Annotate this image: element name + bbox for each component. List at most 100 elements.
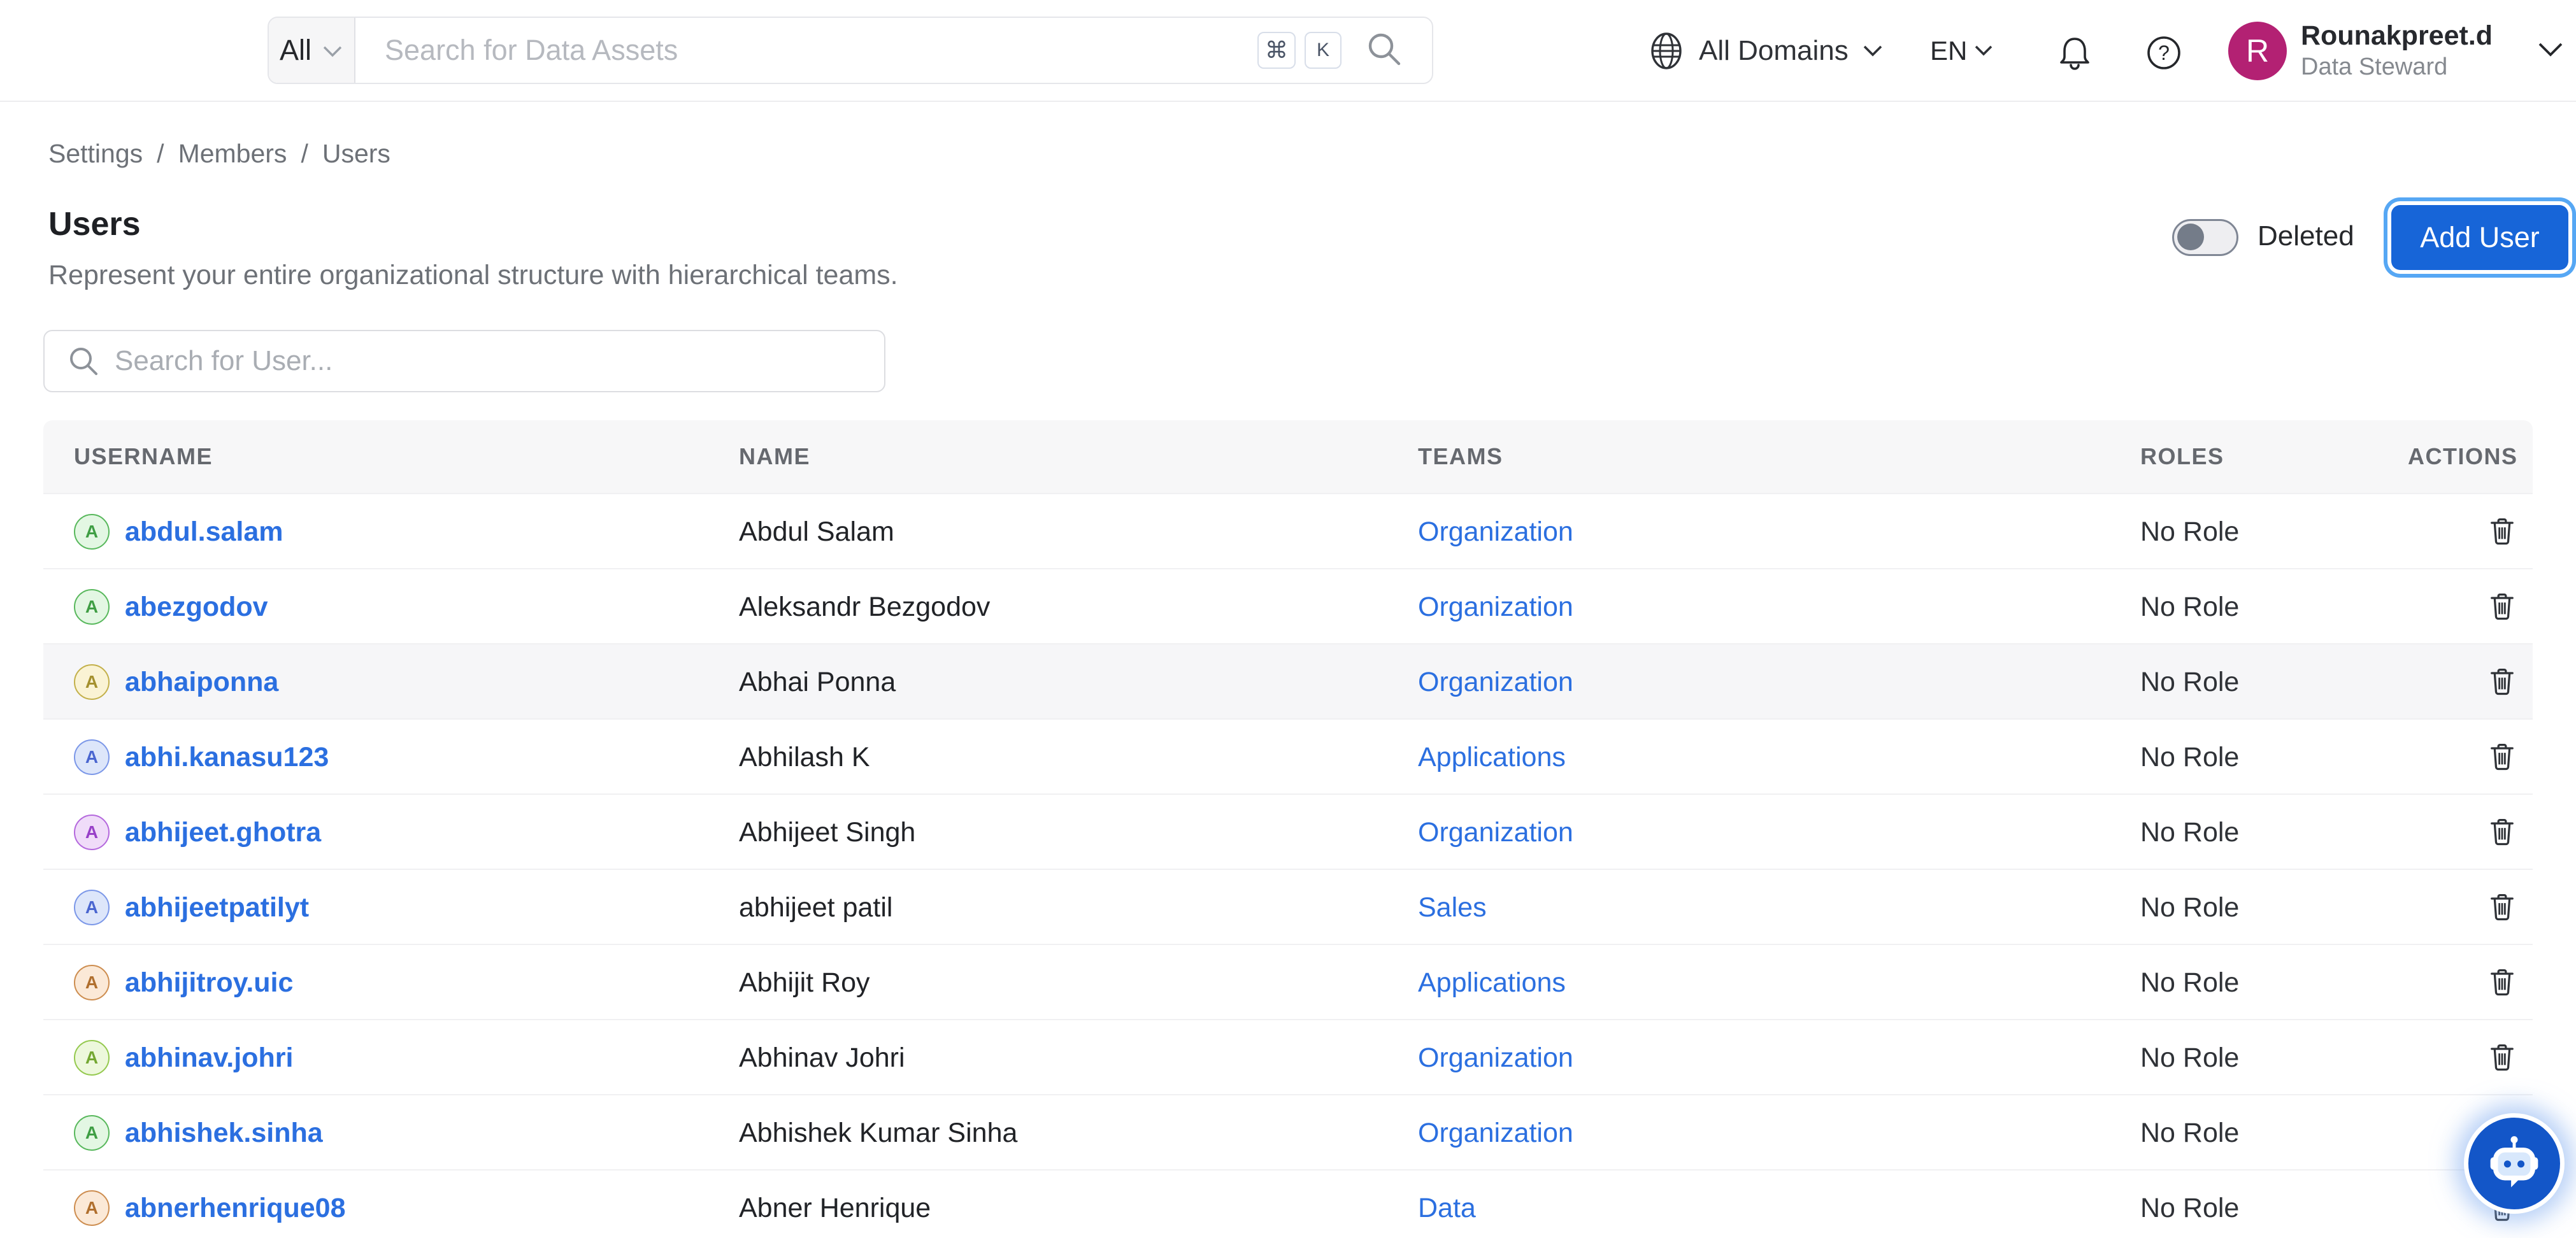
username-link[interactable]: abhinav.johri bbox=[125, 1042, 293, 1074]
delete-user-button[interactable] bbox=[2482, 586, 2522, 629]
global-search-bar[interactable]: All Search for Data Assets ⌘K bbox=[268, 17, 1433, 84]
teams-cell: Sales bbox=[1418, 870, 1487, 945]
profile-role: Data Steward bbox=[2301, 52, 2530, 82]
username-cell: Aabhijitroy.uic bbox=[74, 945, 293, 1020]
global-search-placeholder[interactable]: Search for Data Assets bbox=[385, 34, 1257, 67]
delete-user-button[interactable] bbox=[2482, 811, 2522, 854]
profile-avatar-initial: R bbox=[2246, 32, 2269, 69]
username-link[interactable]: abezgodov bbox=[125, 592, 268, 623]
user-avatar: A bbox=[74, 815, 110, 850]
username-link[interactable]: abdul.salam bbox=[125, 516, 283, 548]
name-cell: Abhijeet Singh bbox=[739, 795, 915, 870]
breadcrumb: Settings/Members/Users bbox=[48, 139, 390, 169]
username-cell: Aabhijeet.ghotra bbox=[74, 795, 321, 870]
language-dropdown[interactable]: EN bbox=[1930, 0, 1994, 102]
team-link[interactable]: Applications bbox=[1418, 967, 1566, 999]
deleted-toggle[interactable] bbox=[2172, 219, 2238, 256]
delete-user-button[interactable] bbox=[2482, 1037, 2522, 1079]
username-link[interactable]: abhi.kanasu123 bbox=[125, 742, 329, 773]
profile-avatar[interactable]: R bbox=[2228, 22, 2287, 80]
role-cell: No Role bbox=[2140, 644, 2239, 720]
role-cell: No Role bbox=[2140, 1020, 2239, 1095]
team-link[interactable]: Applications bbox=[1418, 742, 1566, 773]
username-link[interactable]: abnerhenrique08 bbox=[125, 1193, 346, 1224]
team-link[interactable]: Sales bbox=[1418, 892, 1487, 923]
help-icon[interactable]: ? bbox=[2144, 33, 2184, 76]
actions-cell bbox=[2451, 1020, 2553, 1095]
teams-cell: Organization bbox=[1418, 494, 1573, 569]
all-domains-dropdown[interactable]: All Domains bbox=[1647, 0, 1884, 102]
profile-menu[interactable]: Rounakpreet.d Data Steward bbox=[2301, 19, 2530, 82]
table-row: Aabhinav.johriAbhinav JohriOrganizationN… bbox=[43, 1019, 2533, 1094]
table-row: AabhaiponnaAbhai PonnaOrganizationNo Rol… bbox=[43, 643, 2533, 718]
user-avatar: A bbox=[74, 514, 110, 550]
page-subtitle: Represent your entire organizational str… bbox=[48, 260, 898, 291]
teams-cell: Organization bbox=[1418, 1095, 1573, 1170]
username-link[interactable]: abhaiponna bbox=[125, 667, 278, 698]
actions-cell bbox=[2451, 945, 2553, 1020]
profile-name: Rounakpreet.d bbox=[2301, 19, 2530, 52]
delete-user-button[interactable] bbox=[2482, 886, 2522, 929]
teams-cell: Organization bbox=[1418, 569, 1573, 644]
delete-user-button[interactable] bbox=[2482, 736, 2522, 779]
breadcrumb-item-users: Users bbox=[322, 139, 390, 169]
users-settings-page: All Search for Data Assets ⌘K bbox=[0, 0, 2576, 1238]
delete-user-button[interactable] bbox=[2482, 962, 2522, 1004]
trash-icon bbox=[2486, 1041, 2519, 1074]
trash-icon bbox=[2486, 590, 2519, 623]
team-link[interactable]: Organization bbox=[1418, 817, 1573, 848]
chevron-down-icon[interactable] bbox=[2537, 41, 2565, 62]
trash-icon bbox=[2486, 815, 2519, 848]
actions-cell bbox=[2451, 870, 2553, 945]
username-cell: Aabhinav.johri bbox=[74, 1020, 293, 1095]
chatbot-button[interactable] bbox=[2464, 1113, 2565, 1214]
role-cell: No Role bbox=[2140, 870, 2239, 945]
username-cell: Aabhijeetpatilyt bbox=[74, 870, 309, 945]
team-link[interactable]: Data bbox=[1418, 1193, 1476, 1224]
add-user-button[interactable]: Add User bbox=[2391, 205, 2568, 270]
search-icon bbox=[66, 344, 101, 378]
username-cell: Aabhaiponna bbox=[74, 644, 278, 720]
table-row: Aabhijeetpatilytabhijeet patilSalesNo Ro… bbox=[43, 869, 2533, 944]
notifications-bell-icon[interactable] bbox=[2055, 33, 2094, 76]
delete-user-button[interactable] bbox=[2482, 511, 2522, 553]
role-cell: No Role bbox=[2140, 569, 2239, 644]
search-icon[interactable] bbox=[1364, 29, 1404, 72]
username-link[interactable]: abhijeetpatilyt bbox=[125, 892, 309, 923]
username-link[interactable]: abhijeet.ghotra bbox=[125, 817, 321, 848]
chevron-down-icon bbox=[322, 45, 343, 59]
role-cell: No Role bbox=[2140, 494, 2239, 569]
user-avatar: A bbox=[74, 664, 110, 700]
search-scope-dropdown[interactable]: All bbox=[269, 18, 355, 83]
user-avatar: A bbox=[74, 965, 110, 1000]
language-label: EN bbox=[1930, 36, 1967, 66]
breadcrumb-item-members[interactable]: Members bbox=[178, 139, 287, 169]
user-search-input[interactable]: Search for User... bbox=[43, 330, 885, 392]
breadcrumb-item-settings[interactable]: Settings bbox=[48, 139, 143, 169]
trash-icon bbox=[2486, 740, 2519, 773]
team-link[interactable]: Organization bbox=[1418, 667, 1573, 698]
table-row: AabezgodovAleksandr BezgodovOrganization… bbox=[43, 568, 2533, 643]
username-link[interactable]: abhijitroy.uic bbox=[125, 967, 293, 999]
role-cell: No Role bbox=[2140, 945, 2239, 1020]
user-avatar: A bbox=[74, 589, 110, 625]
username-link[interactable]: abhishek.sinha bbox=[125, 1118, 323, 1149]
teams-cell: Applications bbox=[1418, 720, 1566, 795]
team-link[interactable]: Organization bbox=[1418, 592, 1573, 623]
username-cell: Aabhi.kanasu123 bbox=[74, 720, 329, 795]
team-link[interactable]: Organization bbox=[1418, 1118, 1573, 1149]
role-cell: No Role bbox=[2140, 1095, 2239, 1170]
team-link[interactable]: Organization bbox=[1418, 516, 1573, 548]
chevron-down-icon bbox=[1973, 44, 1994, 58]
actions-cell bbox=[2451, 644, 2553, 720]
column-header-roles: ROLES bbox=[2140, 420, 2224, 493]
delete-user-button[interactable] bbox=[2482, 661, 2522, 704]
table-row: Aabhijeet.ghotra Abhijeet Singh Organizati… bbox=[43, 793, 2533, 869]
user-avatar: A bbox=[74, 1190, 110, 1226]
users-table-body: Aabdul.salamAbdul SalamOrganizationNo Ro… bbox=[43, 493, 2533, 1238]
actions-cell bbox=[2451, 494, 2553, 569]
name-cell: Abhijit Roy bbox=[739, 945, 870, 1020]
teams-cell: Organization bbox=[1418, 644, 1573, 720]
name-cell: Abner Henrique bbox=[739, 1170, 931, 1238]
team-link[interactable]: Organization bbox=[1418, 1042, 1573, 1074]
